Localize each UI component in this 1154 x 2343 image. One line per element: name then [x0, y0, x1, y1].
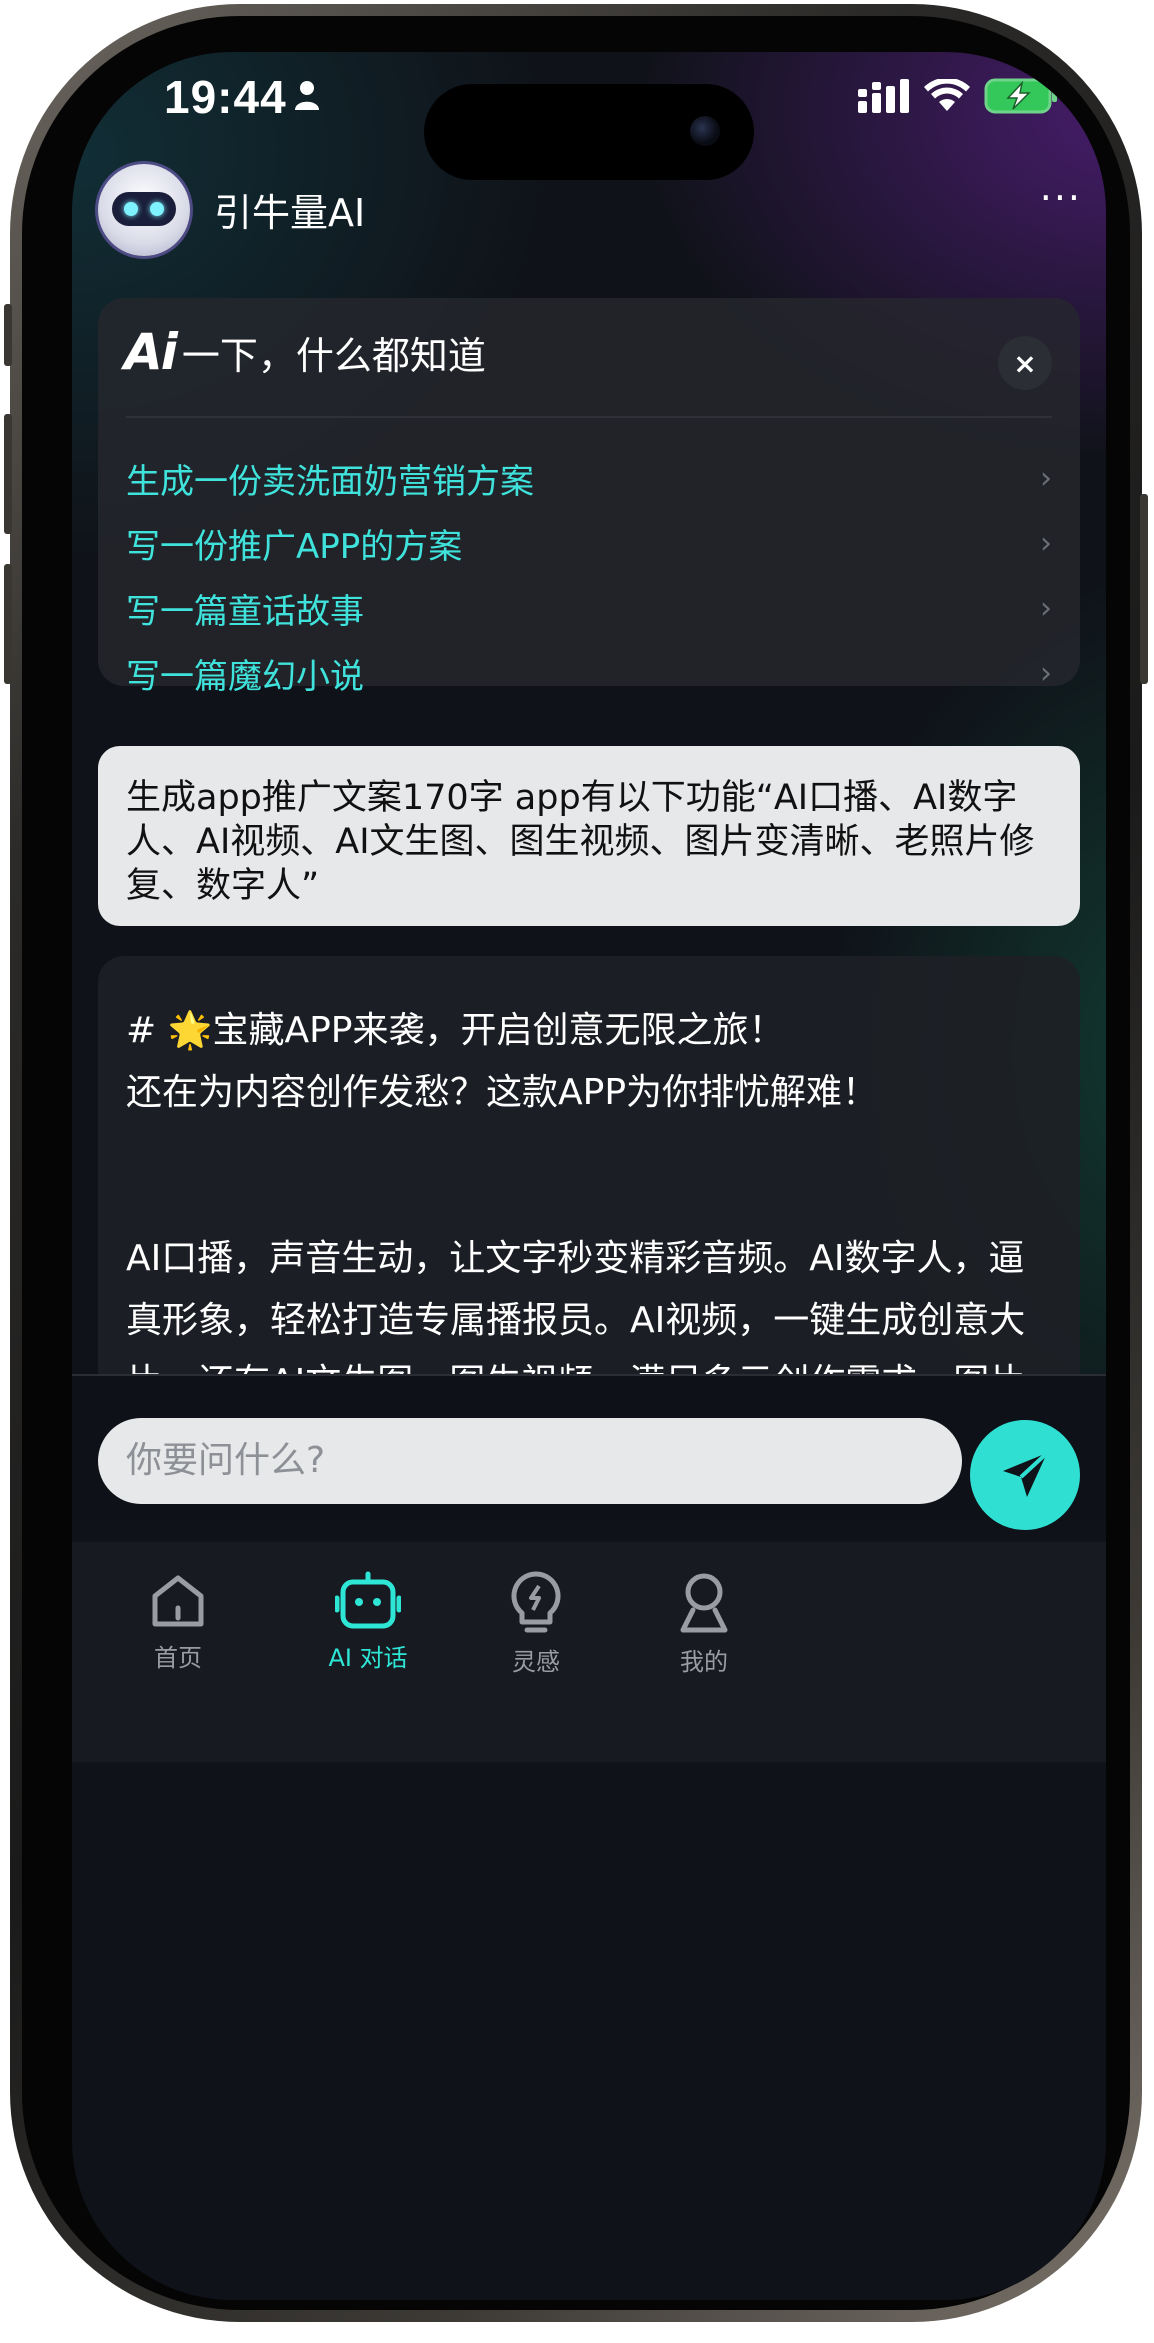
avatar-eye-right: [150, 202, 164, 216]
status-indicators: [858, 78, 1058, 114]
avatar-visor: [112, 192, 176, 226]
heading-text: 宝藏APP来袭，开启创意无限之旅！: [212, 1010, 785, 1051]
suggestion-item[interactable]: 写一篇童话故事 ›: [126, 576, 1052, 640]
tab-label: 首页: [154, 1644, 202, 1672]
power-button: [1140, 494, 1148, 684]
app-title: 引牛量AI: [214, 191, 366, 235]
star-icon: 🌟: [167, 1010, 213, 1051]
battery-charging-icon: [984, 78, 1057, 114]
app-screen: 19:44 引牛量AI ··· Ai 一下，什么都知道 × 生成一份卖洗面奶营销…: [72, 52, 1106, 2300]
chevron-right-icon: ›: [1040, 655, 1052, 691]
tab-label: 灵感: [512, 1648, 560, 1676]
tab-inspiration[interactable]: 灵感: [466, 1570, 606, 1677]
chevron-right-icon: ›: [1040, 590, 1052, 626]
volume-down-button: [4, 564, 12, 684]
suggestion-header: Ai 一下，什么都知道: [124, 322, 486, 382]
tab-profile[interactable]: 我的: [634, 1570, 774, 1677]
robot-icon: [335, 1571, 401, 1629]
volume-up-button: [4, 414, 12, 534]
ai-reply-intro: 还在为内容创作发愁？这款APP为你排忧解难！: [126, 1072, 879, 1113]
suggestion-label: 写一篇童话故事: [126, 591, 364, 632]
action-button: [4, 304, 12, 366]
suggestion-label: 写一篇魔幻小说: [126, 656, 364, 697]
dynamic-island: [424, 84, 754, 180]
robot-avatar[interactable]: [98, 164, 190, 256]
suggestion-label: 生成一份卖洗面奶营销方案: [126, 461, 534, 502]
user-message-text: 生成app推广文案170字 app有以下功能“AI口播、AI数字人、AI视频、A…: [126, 778, 1035, 906]
ai-logo: Ai: [124, 323, 178, 381]
divider: [126, 416, 1052, 418]
home-icon: [152, 1575, 204, 1627]
ai-logo-text: Ai: [124, 323, 178, 381]
person-icon: [295, 81, 319, 110]
user-message-bubble: 生成app推广文案170字 app有以下功能“AI口播、AI数字人、AI视频、A…: [98, 746, 1080, 926]
suggestion-card: Ai 一下，什么都知道 × 生成一份卖洗面奶营销方案 › 写一份推广APP的方案…: [98, 298, 1080, 697]
chevron-right-icon: ›: [1040, 525, 1052, 561]
suggestion-label: 写一份推广APP的方案: [126, 526, 463, 567]
tab-ai-chat[interactable]: AI 对话: [298, 1570, 438, 1673]
tab-label: 我的: [680, 1648, 728, 1676]
cellular-signal-icon: [858, 79, 909, 113]
send-icon: [1003, 1451, 1049, 1497]
tab-label: AI 对话: [328, 1644, 408, 1672]
chevron-right-icon: ›: [1040, 460, 1052, 496]
suggestion-title: 一下，什么都知道: [181, 333, 486, 378]
ai-reply-body: AI口播，声音生动，让文字秒变精彩音频。AI数字人，逼真形象，轻松打造专属播报员…: [126, 1238, 1026, 1376]
avatar-eye-left: [124, 202, 138, 216]
ai-reply-bubble: # 🌟宝藏APP来袭，开启创意无限之旅！ 还在为内容创作发愁？这款APP为你排忧…: [98, 956, 1080, 1376]
ai-reply-heading: # 🌟宝藏APP来袭，开启创意无限之旅！: [126, 1000, 1054, 1062]
suggestion-item[interactable]: 生成一份卖洗面奶营销方案 ›: [126, 446, 1052, 510]
lightbulb-icon: [511, 1571, 561, 1633]
suggestion-item[interactable]: 写一篇魔幻小说 ›: [126, 641, 1052, 705]
input-area: 你要问什么?: [72, 1374, 1106, 1530]
phone-frame: 19:44 引牛量AI ··· Ai 一下，什么都知道 × 生成一份卖洗面奶营销…: [4, 4, 1148, 2322]
wifi-icon: [924, 79, 970, 111]
camera-icon: [690, 116, 720, 146]
message-input[interactable]: 你要问什么?: [98, 1418, 962, 1504]
close-button[interactable]: ×: [998, 336, 1052, 390]
tab-bar: 首页 AI 对话 灵感 我的: [72, 1542, 1106, 1762]
suggestion-item[interactable]: 写一份推广APP的方案 ›: [126, 511, 1052, 575]
send-button[interactable]: [970, 1420, 1080, 1530]
more-options-button[interactable]: ···: [1040, 179, 1082, 217]
heading-marker: #: [126, 1010, 168, 1051]
profile-icon: [680, 1573, 728, 1633]
status-time: 19:44: [164, 71, 287, 123]
tab-home[interactable]: 首页: [108, 1570, 248, 1673]
